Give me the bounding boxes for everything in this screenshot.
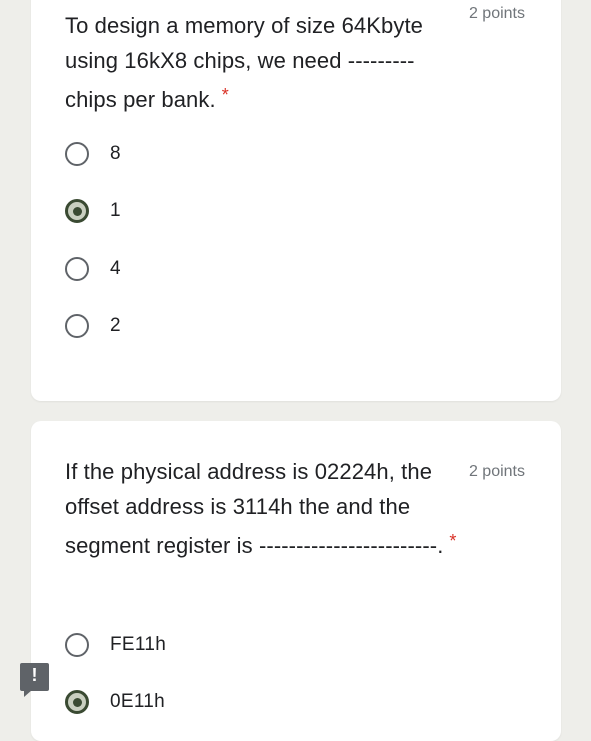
question-card-2: If the physical address is 02224h, the o… bbox=[31, 421, 561, 741]
exclamation-icon[interactable]: ! bbox=[20, 663, 49, 697]
question-text: To design a memory of size 64Kbyte using… bbox=[65, 8, 457, 117]
option-fe11h[interactable]: FE11h bbox=[65, 629, 166, 661]
points-label: 2 points bbox=[468, 463, 525, 480]
radio-button-unchecked[interactable] bbox=[65, 257, 89, 281]
question-text-content: To design a memory of size 64Kbyte using… bbox=[65, 13, 424, 112]
option-2[interactable]: 2 bbox=[65, 310, 121, 342]
option-label: 4 bbox=[110, 258, 121, 279]
radio-button-unchecked[interactable] bbox=[65, 142, 89, 166]
question-text: If the physical address is 02224h, the o… bbox=[65, 454, 457, 563]
option-0e11h[interactable]: 0E11h bbox=[65, 686, 165, 718]
radio-button-unchecked[interactable] bbox=[65, 314, 89, 338]
option-4[interactable]: 4 bbox=[65, 253, 121, 285]
question-card-1: To design a memory of size 64Kbyte using… bbox=[31, 0, 561, 401]
radio-button-unchecked[interactable] bbox=[65, 633, 89, 657]
option-label: FE11h bbox=[110, 634, 167, 655]
radio-button-checked[interactable] bbox=[65, 690, 89, 714]
radio-button-checked[interactable] bbox=[65, 199, 89, 223]
option-label: 0E11h bbox=[110, 691, 166, 712]
option-1[interactable]: 1 bbox=[65, 195, 121, 227]
question-text-content: If the physical address is 02224h, the o… bbox=[65, 459, 444, 558]
required-asterisk: * bbox=[449, 531, 457, 551]
option-8[interactable]: 8 bbox=[65, 138, 121, 170]
points-label: 2 points bbox=[468, 5, 525, 22]
required-asterisk: * bbox=[221, 85, 229, 105]
option-label: 2 bbox=[110, 315, 121, 336]
option-label: 1 bbox=[110, 200, 121, 221]
option-label: 8 bbox=[110, 143, 121, 164]
